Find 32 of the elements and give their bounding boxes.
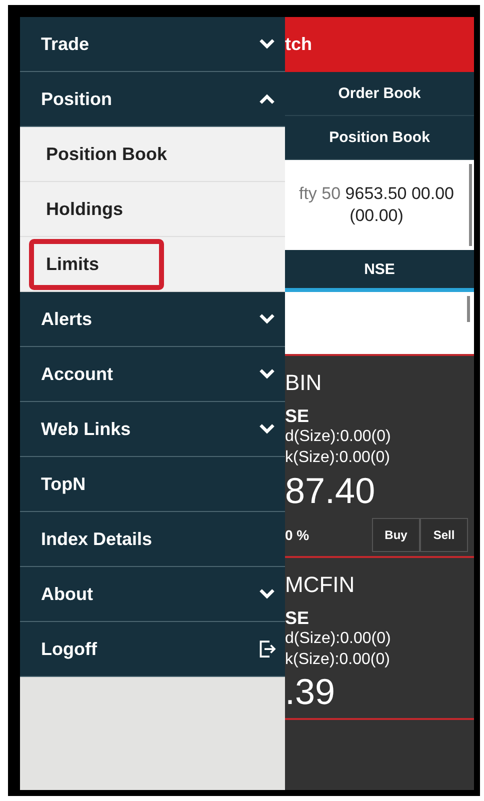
stock-price: 87.40 [285, 468, 376, 512]
menu-item[interactable]: Trade [20, 17, 285, 72]
bid-text: d(Size):0.00(0) [285, 628, 392, 649]
scrollbar [467, 296, 470, 322]
nav-button[interactable]: Order Book [285, 72, 474, 116]
submenu-item[interactable]: Holdings [20, 182, 285, 237]
menu-item[interactable]: Account [20, 347, 285, 402]
index-quote: fty 50 9653.50 00.00 (00.00) [298, 182, 456, 227]
stock-price: .39 [285, 670, 336, 714]
menu-item[interactable]: Logoff [20, 622, 285, 677]
submenu-item[interactable]: Limits [20, 237, 285, 292]
menu-item[interactable]: Web Links [20, 402, 285, 457]
exchange-label: SE [285, 406, 310, 427]
menu-item[interactable]: TopN [20, 457, 285, 512]
stock-symbol: MCFIN [285, 572, 356, 598]
bid-text: d(Size):0.00(0) [285, 427, 392, 447]
logout-icon [257, 639, 277, 659]
nav-button[interactable]: Position Book [285, 116, 474, 160]
ask-text: k(Size):0.00(0) [285, 448, 391, 468]
submenu-item[interactable]: Position Book [20, 127, 285, 182]
stock-symbol: BIN [285, 370, 323, 396]
sell-button[interactable]: Sell [420, 518, 468, 552]
menu-item[interactable]: About [20, 567, 285, 622]
exchange-label: SE [285, 608, 310, 629]
ask-text: k(Size):0.00(0) [285, 650, 391, 670]
menu-item[interactable]: Index Details [20, 512, 285, 567]
header-title: tch [285, 34, 312, 55]
menu-item[interactable]: Alerts [20, 292, 285, 347]
exchange-tab[interactable]: NSE [285, 250, 474, 292]
menu-item[interactable]: Position [20, 72, 285, 127]
change-percent: 0 % [285, 526, 310, 543]
buy-button[interactable]: Buy [372, 518, 420, 552]
